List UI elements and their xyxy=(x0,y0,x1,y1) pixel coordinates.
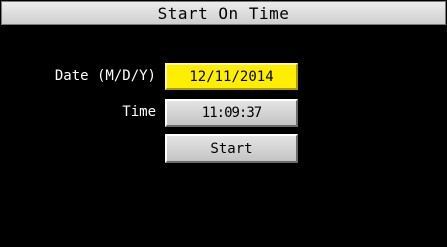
start-button-label: Start xyxy=(210,140,253,157)
title-bar: Start On Time xyxy=(1,1,446,25)
time-field[interactable]: 11:09:37 xyxy=(165,99,298,127)
time-value: 11:09:37 xyxy=(201,105,262,121)
date-value: 12/11/2014 xyxy=(189,68,274,85)
date-label: Date (M/D/Y) xyxy=(54,68,156,84)
start-on-time-screen: Start On Time Date (M/D/Y) 12/11/2014 Ti… xyxy=(0,0,447,247)
window-title: Start On Time xyxy=(157,3,290,23)
time-label: Time xyxy=(122,104,156,120)
date-field[interactable]: 12/11/2014 xyxy=(165,63,298,90)
start-button[interactable]: Start xyxy=(165,134,298,163)
